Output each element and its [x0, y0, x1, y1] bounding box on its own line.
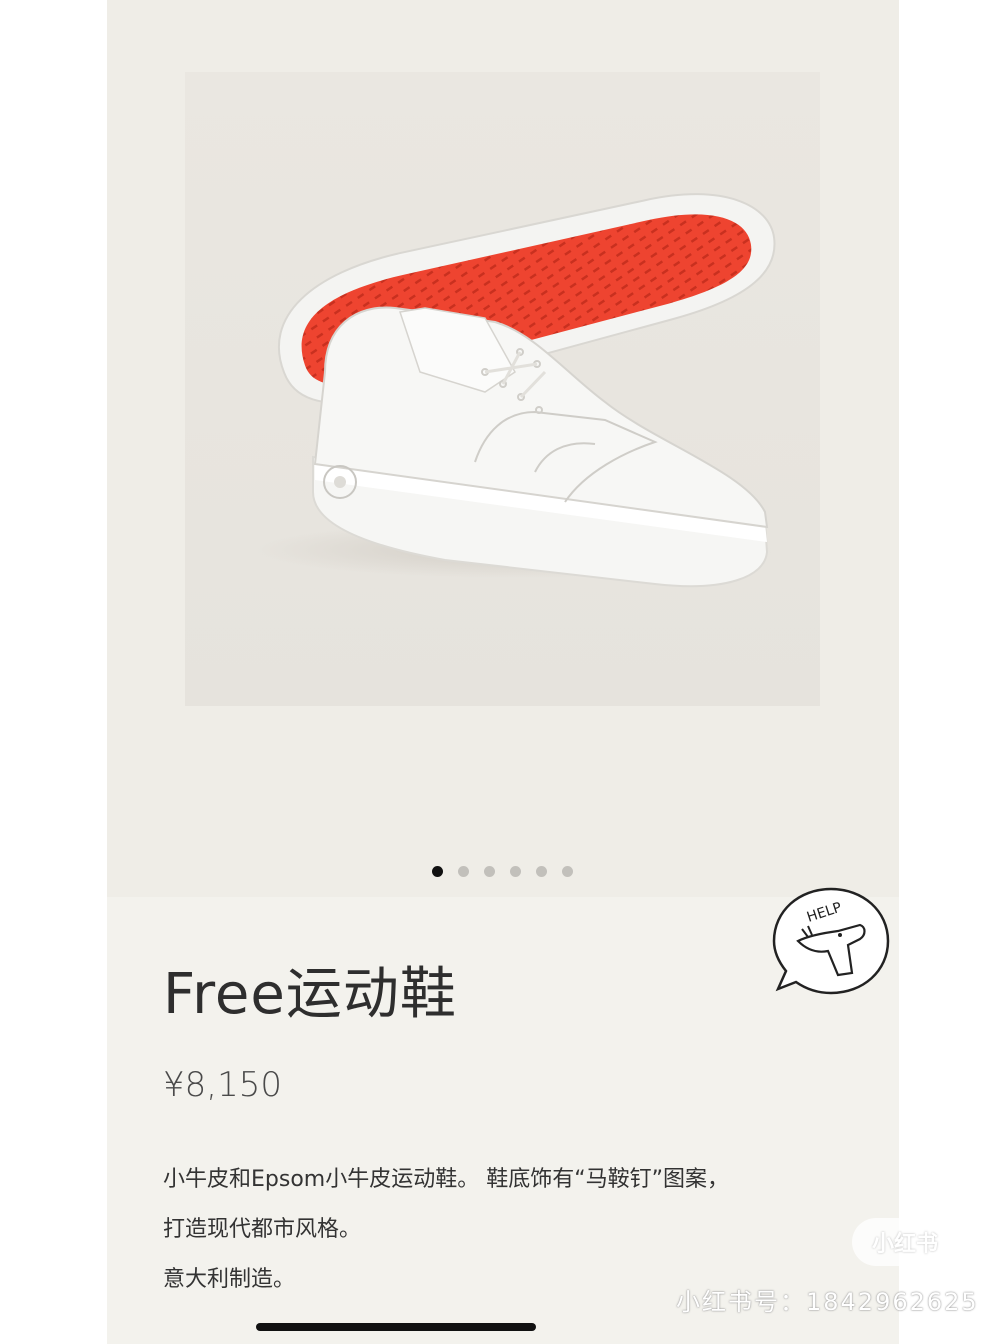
product-image — [185, 72, 820, 706]
carousel-dot[interactable] — [536, 866, 547, 877]
carousel-dot[interactable] — [432, 866, 443, 877]
image-gallery[interactable] — [107, 0, 899, 897]
carousel-dot[interactable] — [562, 866, 573, 877]
product-price: ¥8,150 — [163, 1065, 282, 1105]
sneaker-illustration — [255, 193, 776, 588]
product-title: Free运动鞋 — [163, 962, 457, 1027]
carousel-dots[interactable] — [107, 866, 899, 877]
help-button[interactable]: HELP — [768, 881, 894, 1001]
carousel-dot[interactable] — [510, 866, 521, 877]
watermark-id: 小红书号：1842962625 — [676, 1288, 979, 1316]
help-horse-icon: HELP — [772, 887, 890, 995]
carousel-dot[interactable] — [484, 866, 495, 877]
home-indicator[interactable] — [256, 1323, 536, 1331]
description-line: 小牛皮和Epsom小牛皮运动鞋。 鞋底饰有“马鞍钉”图案， — [163, 1167, 730, 1192]
carousel-dot[interactable] — [458, 866, 469, 877]
product-page: Free运动鞋 ¥8,150 小牛皮和Epsom小牛皮运动鞋。 鞋底饰有“马鞍钉… — [107, 0, 899, 1344]
description-line: 打造现代都市风格。 — [163, 1217, 362, 1242]
watermark-logo: 小红书 — [852, 1218, 958, 1266]
product-info: Free运动鞋 ¥8,150 小牛皮和Epsom小牛皮运动鞋。 鞋底饰有“马鞍钉… — [107, 887, 899, 1344]
